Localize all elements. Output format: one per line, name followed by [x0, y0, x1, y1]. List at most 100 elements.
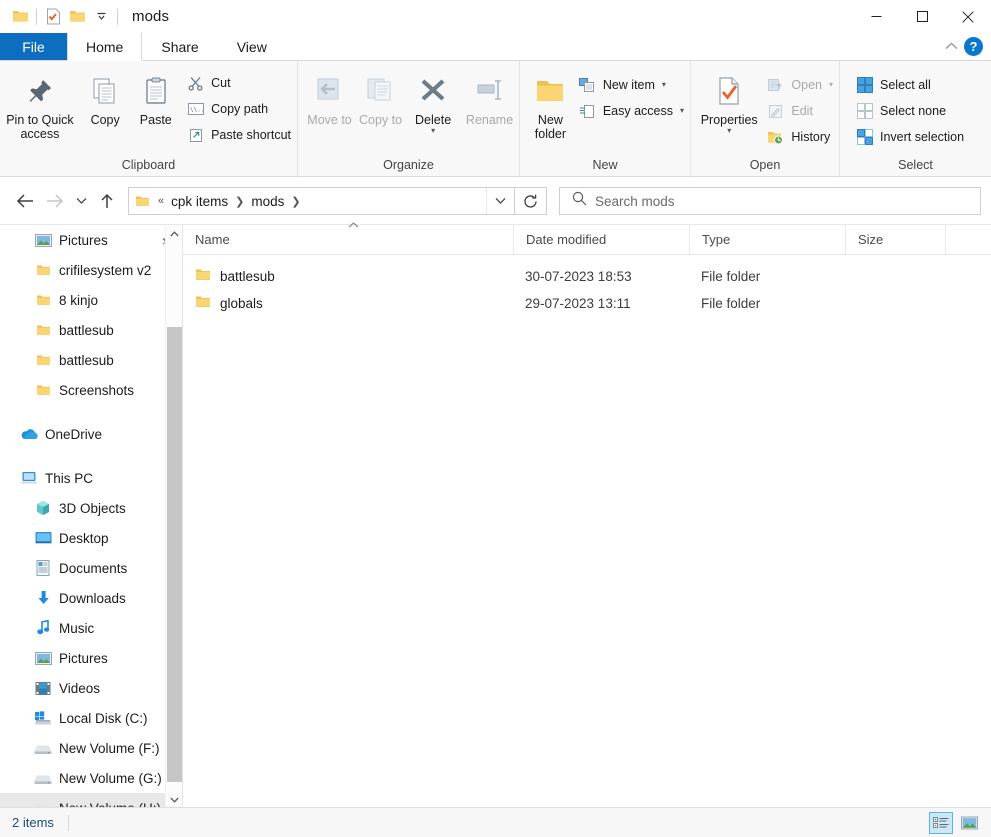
search-box[interactable]: Search mods [559, 187, 981, 215]
invert-selection-label: Invert selection [880, 130, 965, 144]
sidebar-item-videos[interactable]: Videos [0, 673, 182, 703]
collapse-ribbon-icon[interactable] [945, 38, 958, 56]
sidebar-item-local-disk-c[interactable]: Local Disk (C:) [0, 703, 182, 733]
easy-access-button[interactable]: Easy access ▾ [573, 99, 690, 123]
window-title: mods [132, 8, 170, 25]
customize-qat-caret[interactable] [89, 5, 113, 29]
large-icons-view-button[interactable] [957, 812, 981, 834]
column-header-type[interactable]: Type [689, 224, 845, 255]
column-header-size[interactable]: Size [845, 224, 945, 255]
tab-share[interactable]: Share [142, 33, 217, 60]
sidebar-item-crifilesystem-v2[interactable]: crifilesystem v2 [0, 255, 182, 285]
invert-selection-button[interactable]: Invert selection [850, 125, 970, 149]
refresh-button[interactable] [515, 187, 547, 215]
table-row[interactable]: battlesub 30-07-2023 18:53 File folder [183, 263, 991, 290]
ribbon-group-organize: Move to Copy to Delete ▾ Rename Organize [297, 61, 519, 177]
column-header-name[interactable]: Name [183, 221, 513, 255]
breadcrumb-overflow[interactable]: « [155, 195, 167, 207]
cut-button[interactable]: Cut [181, 71, 297, 95]
details-view-button[interactable] [929, 811, 953, 834]
new-folder-button[interactable]: New folder [528, 67, 573, 141]
scroll-up-button[interactable] [166, 225, 182, 242]
column-header-spare[interactable] [945, 224, 991, 255]
forward-button[interactable] [40, 186, 70, 216]
table-row[interactable]: globals 29-07-2023 13:11 File folder [183, 290, 991, 317]
sidebar-item-8-kinjo[interactable]: 8 kinjo [0, 285, 182, 315]
recent-locations-button[interactable] [70, 186, 92, 216]
delete-caret-icon[interactable]: ▾ [431, 127, 435, 135]
select-all-button[interactable]: Select all [850, 73, 970, 97]
help-button[interactable]: ? [964, 37, 983, 56]
new-item-caret-icon[interactable]: ▾ [662, 81, 666, 89]
cell-type: File folder [701, 269, 761, 284]
sidebar-item-new-volume-f[interactable]: New Volume (F:) [0, 733, 182, 763]
folder-icon[interactable] [8, 5, 32, 29]
folder-icon [34, 261, 52, 279]
breadcrumb-chevron-icon-2[interactable]: ❯ [288, 195, 303, 208]
properties-icon[interactable] [41, 5, 65, 29]
breadcrumb-item-cpk-items[interactable]: cpk items [167, 194, 232, 209]
folder-icon [195, 268, 211, 285]
svg-text:\\..: \\.. [190, 107, 204, 114]
sidebar-item-downloads[interactable]: Downloads [0, 583, 182, 613]
sidebar-item-pictures-pinned[interactable]: Pictures [0, 225, 182, 255]
history-button[interactable]: History [761, 125, 839, 149]
sidebar-item-battlesub-2[interactable]: battlesub [0, 345, 182, 375]
copy-to-label: Copy to [359, 113, 403, 127]
new-folder-icon[interactable] [65, 5, 89, 29]
documents-icon [34, 559, 52, 577]
breadcrumb-chevron-icon[interactable]: ❯ [232, 195, 247, 208]
search-input[interactable]: Search mods [595, 194, 675, 209]
move-to-button[interactable]: Move to [304, 67, 355, 127]
properties-caret-icon[interactable]: ▾ [727, 127, 731, 135]
minimize-button[interactable] [853, 0, 899, 33]
scrollbar-thumb[interactable] [167, 327, 182, 782]
delete-button[interactable]: Delete ▾ [406, 67, 460, 135]
sidebar-item-label: Music [59, 620, 95, 636]
sidebar-item-onedrive[interactable]: OneDrive [0, 419, 182, 449]
tab-home[interactable]: Home [67, 33, 143, 61]
sidebar-item-screenshots[interactable]: Screenshots [0, 375, 182, 405]
copy-button[interactable]: Copy [80, 67, 131, 127]
sidebar-item-label: Pictures [59, 650, 108, 666]
column-label: Name [195, 232, 230, 247]
scissors-icon [187, 75, 204, 92]
sidebar-item-new-volume-h[interactable]: New Volume (H:) [0, 793, 182, 808]
sidebar-item-3d-objects[interactable]: 3D Objects [0, 493, 182, 523]
back-button[interactable] [10, 186, 40, 216]
sidebar-item-label: battlesub [59, 352, 114, 368]
tab-file[interactable]: File [0, 33, 67, 60]
edit-button[interactable]: Edit [761, 99, 839, 123]
navigation-scrollbar[interactable] [165, 225, 182, 808]
select-small-buttons: Select all Select none Invert selection [850, 67, 970, 149]
sidebar-item-label: battlesub [59, 322, 114, 338]
open-caret-icon[interactable]: ▾ [829, 81, 833, 89]
sidebar-item-battlesub-1[interactable]: battlesub [0, 315, 182, 345]
up-button[interactable] [92, 186, 122, 216]
sidebar-item-new-volume-g[interactable]: New Volume (G:) [0, 763, 182, 793]
sidebar-item-music[interactable]: Music [0, 613, 182, 643]
sidebar-item-pictures[interactable]: Pictures [0, 643, 182, 673]
column-header-date-modified[interactable]: Date modified [513, 224, 689, 255]
breadcrumb-item-mods[interactable]: mods [247, 194, 288, 209]
address-dropdown-caret[interactable] [486, 188, 514, 214]
easy-access-caret-icon[interactable]: ▾ [680, 107, 684, 115]
paste-shortcut-button[interactable]: Paste shortcut [181, 123, 297, 147]
sidebar-item-documents[interactable]: Documents [0, 553, 182, 583]
tab-view[interactable]: View [218, 33, 286, 60]
new-item-button[interactable]: New item ▾ [573, 73, 690, 97]
copy-path-button[interactable]: \\.. Copy path [181, 97, 297, 121]
close-button[interactable] [945, 0, 991, 33]
pin-to-quick-access-button[interactable]: Pin to Quick access [0, 67, 80, 141]
rename-button[interactable]: Rename [460, 67, 519, 127]
sidebar-item-this-pc[interactable]: This PC [0, 463, 182, 493]
properties-button[interactable]: Properties ▾ [697, 67, 761, 135]
scroll-down-button[interactable] [166, 791, 182, 808]
paste-button[interactable]: Paste [130, 67, 181, 127]
sidebar-item-desktop[interactable]: Desktop [0, 523, 182, 553]
copy-to-button[interactable]: Copy to [355, 67, 406, 127]
maximize-button[interactable] [899, 0, 945, 33]
select-none-button[interactable]: Select none [850, 99, 970, 123]
address-bar[interactable]: « cpk items ❯ mods ❯ [128, 187, 515, 215]
open-button[interactable]: Open ▾ [761, 73, 839, 97]
